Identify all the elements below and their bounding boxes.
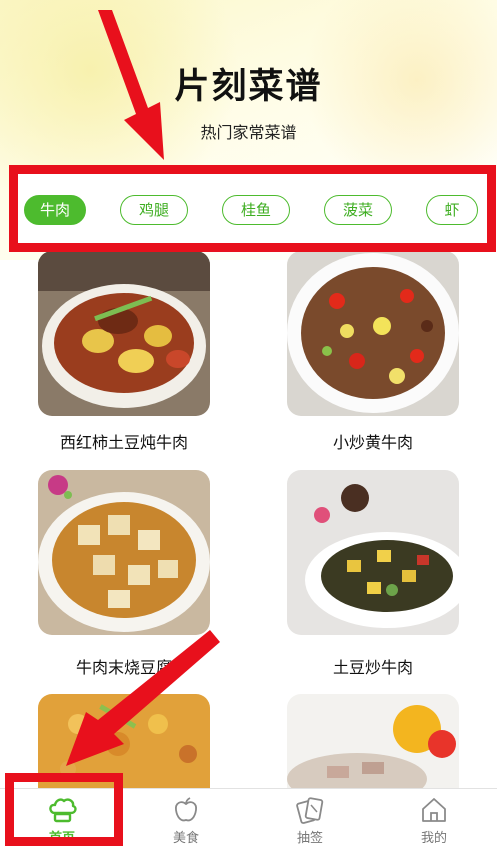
tab-mandarin-fish[interactable]: 桂鱼 [222,195,290,225]
arrow-down-left-icon [66,630,220,766]
recipe-image[interactable] [38,470,210,635]
tab-shrimp[interactable]: 虾 [426,195,478,225]
tab-beef[interactable]: 牛肉 [24,195,86,225]
recipe-image[interactable] [287,694,459,789]
cards-icon [296,797,324,824]
highlight-box-home [5,773,123,846]
nav-food[interactable]: 美食 [124,789,248,849]
nav-draw[interactable]: 抽签 [248,789,372,849]
tab-spinach[interactable]: 菠菜 [324,195,392,225]
house-icon [422,798,446,822]
page-subtitle: 热门家常菜谱 [200,123,297,142]
recipe-image[interactable] [38,251,210,416]
nav-profile[interactable]: 我的 [372,789,496,849]
nav-label: 我的 [420,831,447,846]
recipe-image[interactable] [287,251,459,416]
recipe-image[interactable] [287,470,459,635]
recipe-name: 土豆炒牛肉 [332,658,413,677]
apple-icon [175,797,197,822]
nav-label: 抽签 [296,831,323,846]
arrow-down-icon [98,10,164,160]
page-title: 片刻菜谱 [174,67,323,107]
nav-label: 美食 [172,831,199,846]
category-tabs: 牛肉 鸡腿 桂鱼 菠菜 虾 [9,165,496,252]
recipe-name: 西红柿土豆炖牛肉 [59,433,188,452]
tab-chicken-leg[interactable]: 鸡腿 [120,195,188,225]
recipe-name: 小炒黄牛肉 [332,433,413,452]
